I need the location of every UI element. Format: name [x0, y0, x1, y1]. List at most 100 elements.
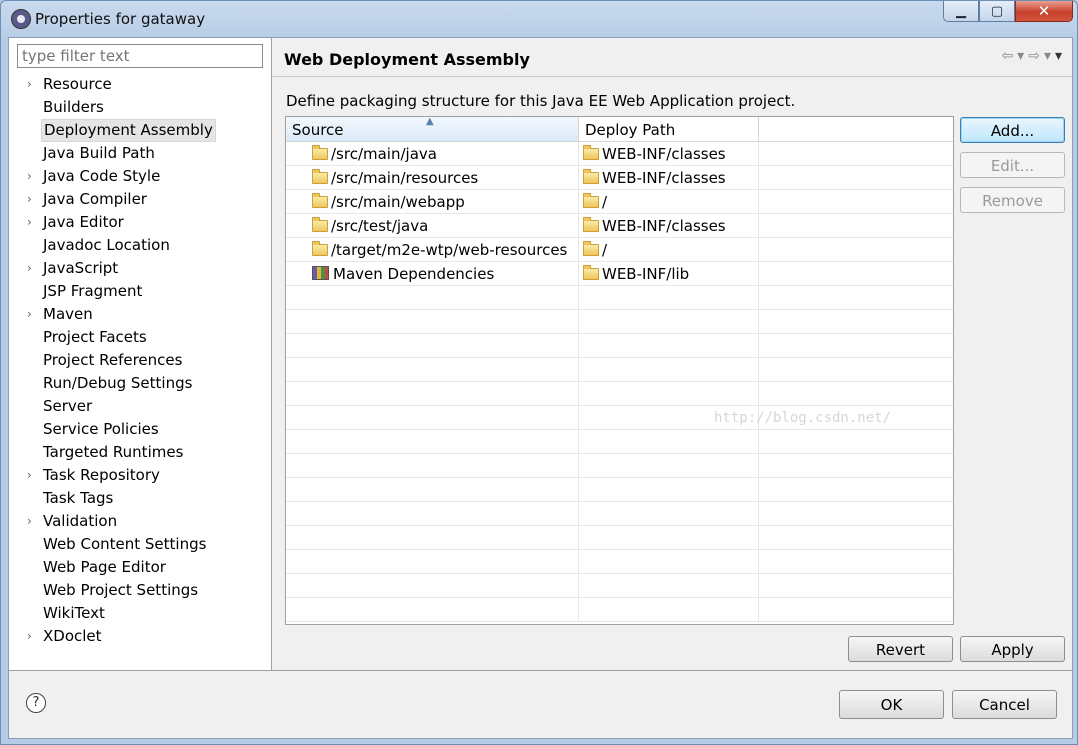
sidebar-item[interactable]: › Resource [9, 73, 271, 96]
sidebar-item[interactable]: Java Build Path [9, 142, 271, 165]
sidebar-item[interactable]: › Validation [9, 510, 271, 533]
table-row[interactable]: /target/m2e-wtp/web-resources / [286, 238, 953, 262]
sidebar-item[interactable]: › XDoclet [9, 625, 271, 648]
filler-cell [759, 238, 953, 261]
column-header-source[interactable]: ▲ Source [286, 117, 579, 141]
remove-button[interactable]: Remove [960, 187, 1065, 213]
filter-input[interactable] [17, 44, 263, 68]
table-row[interactable]: /src/main/resources WEB-INF/classes [286, 166, 953, 190]
folder-icon [312, 145, 328, 160]
sidebar-item[interactable]: Project Facets [9, 326, 271, 349]
sidebar-item-label: Web Project Settings [43, 581, 199, 599]
sidebar-item[interactable]: › Task Repository [9, 464, 271, 487]
edit-button[interactable]: Edit... [960, 152, 1065, 178]
title-bar[interactable]: Properties for gataway ▁ ▢ ✕ [1, 1, 1077, 37]
folder-icon [583, 241, 599, 256]
expand-chevron-icon[interactable]: › [27, 625, 39, 648]
sidebar-item[interactable]: Web Page Editor [9, 556, 271, 579]
sidebar-item-label: Targeted Runtimes [43, 443, 184, 461]
sidebar-item[interactable]: Web Content Settings [9, 533, 271, 556]
expand-chevron-icon[interactable]: › [27, 257, 39, 280]
sidebar-item-label: Project Facets [43, 328, 147, 346]
sidebar-item-label: WikiText [43, 604, 105, 622]
sidebar-item[interactable]: Project References [9, 349, 271, 372]
sidebar-item[interactable]: › Java Editor [9, 211, 271, 234]
sidebar-item-label: Web Content Settings [43, 535, 207, 553]
sidebar-item[interactable]: WikiText [9, 602, 271, 625]
sidebar-item[interactable]: Web Project Settings [9, 579, 271, 602]
sidebar-item[interactable]: › Maven [9, 303, 271, 326]
sort-ascending-icon: ▲ [426, 116, 434, 127]
empty-cell [286, 550, 579, 573]
sidebar-item[interactable]: Deployment Assembly [9, 119, 271, 142]
sidebar-item[interactable]: Service Policies [9, 418, 271, 441]
revert-button[interactable]: Revert [848, 636, 953, 662]
sidebar-item-label: Validation [43, 512, 118, 530]
sidebar-item[interactable]: Targeted Runtimes [9, 441, 271, 464]
page-description: Define packaging structure for this Java… [286, 92, 796, 110]
back-arrow-icon[interactable]: ⇦ [1001, 48, 1013, 64]
source-cell: /target/m2e-wtp/web-resources [286, 238, 579, 261]
deploy-path-text: WEB-INF/classes [602, 217, 726, 235]
forward-menu-chevron-icon[interactable]: ▾ [1044, 48, 1051, 64]
sidebar-item[interactable]: Builders [9, 96, 271, 119]
deploy-path-cell: / [579, 190, 759, 213]
folder-icon [312, 193, 328, 208]
empty-table-row [286, 454, 953, 478]
sidebar-item[interactable]: › Java Code Style [9, 165, 271, 188]
properties-dialog: Properties for gataway ▁ ▢ ✕ ›ResourceBu… [0, 0, 1078, 745]
expand-chevron-icon[interactable]: › [27, 188, 39, 211]
table-header: ▲ Source Deploy Path [286, 117, 953, 142]
expand-chevron-icon[interactable]: › [27, 510, 39, 533]
folder-icon [583, 169, 599, 184]
maximize-button[interactable]: ▢ [979, 1, 1015, 22]
deploy-path-text: WEB-INF/classes [602, 145, 726, 163]
cancel-button[interactable]: Cancel [952, 690, 1057, 719]
empty-table-row [286, 574, 953, 598]
empty-cell [286, 478, 579, 501]
forward-arrow-icon[interactable]: ⇨ [1028, 48, 1040, 64]
expand-chevron-icon[interactable]: › [27, 303, 39, 326]
table-row[interactable]: /src/main/webapp / [286, 190, 953, 214]
empty-cell [759, 550, 953, 573]
sidebar-item[interactable]: Javadoc Location [9, 234, 271, 257]
add-button[interactable]: Add... [960, 117, 1065, 143]
ok-button[interactable]: OK [839, 690, 944, 719]
empty-table-row [286, 358, 953, 382]
filler-cell [759, 190, 953, 213]
apply-button[interactable]: Apply [960, 636, 1065, 662]
back-menu-chevron-icon[interactable]: ▾ [1017, 48, 1024, 64]
window-controls: ▁ ▢ ✕ [943, 1, 1073, 23]
expand-chevron-icon[interactable]: › [27, 73, 39, 96]
column-header-deploy-path[interactable]: Deploy Path [579, 117, 759, 141]
expand-chevron-icon[interactable]: › [27, 211, 39, 234]
sidebar-item-label: Project References [43, 351, 183, 369]
empty-cell [579, 430, 759, 453]
sidebar-item[interactable]: › JavaScript [9, 257, 271, 280]
empty-cell [286, 358, 579, 381]
table-row[interactable]: /src/test/java WEB-INF/classes [286, 214, 953, 238]
sidebar-item[interactable]: Server [9, 395, 271, 418]
minimize-button[interactable]: ▁ [943, 1, 979, 22]
sidebar-item[interactable]: JSP Fragment [9, 280, 271, 303]
library-icon [312, 266, 329, 280]
source-cell: Maven Dependencies [286, 262, 579, 285]
empty-cell [759, 310, 953, 333]
sidebar-item[interactable]: › Java Compiler [9, 188, 271, 211]
empty-table-row [286, 598, 953, 622]
column-header-label: Source [292, 121, 344, 139]
close-icon: ✕ [1037, 2, 1051, 20]
footer-divider [9, 670, 1072, 671]
deploy-path-text: WEB-INF/classes [602, 169, 726, 187]
help-icon[interactable]: ? [26, 693, 46, 713]
expand-chevron-icon[interactable]: › [27, 165, 39, 188]
table-row[interactable]: /src/main/java WEB-INF/classes [286, 142, 953, 166]
sidebar-item[interactable]: Task Tags [9, 487, 271, 510]
sidebar-item[interactable]: Run/Debug Settings [9, 372, 271, 395]
deploy-path-text: WEB-INF/lib [602, 265, 690, 283]
empty-cell [759, 286, 953, 309]
expand-chevron-icon[interactable]: › [27, 464, 39, 487]
close-button[interactable]: ✕ [1015, 1, 1073, 22]
view-menu-icon[interactable]: ▾ [1055, 48, 1062, 64]
table-row[interactable]: Maven Dependencies WEB-INF/lib [286, 262, 953, 286]
